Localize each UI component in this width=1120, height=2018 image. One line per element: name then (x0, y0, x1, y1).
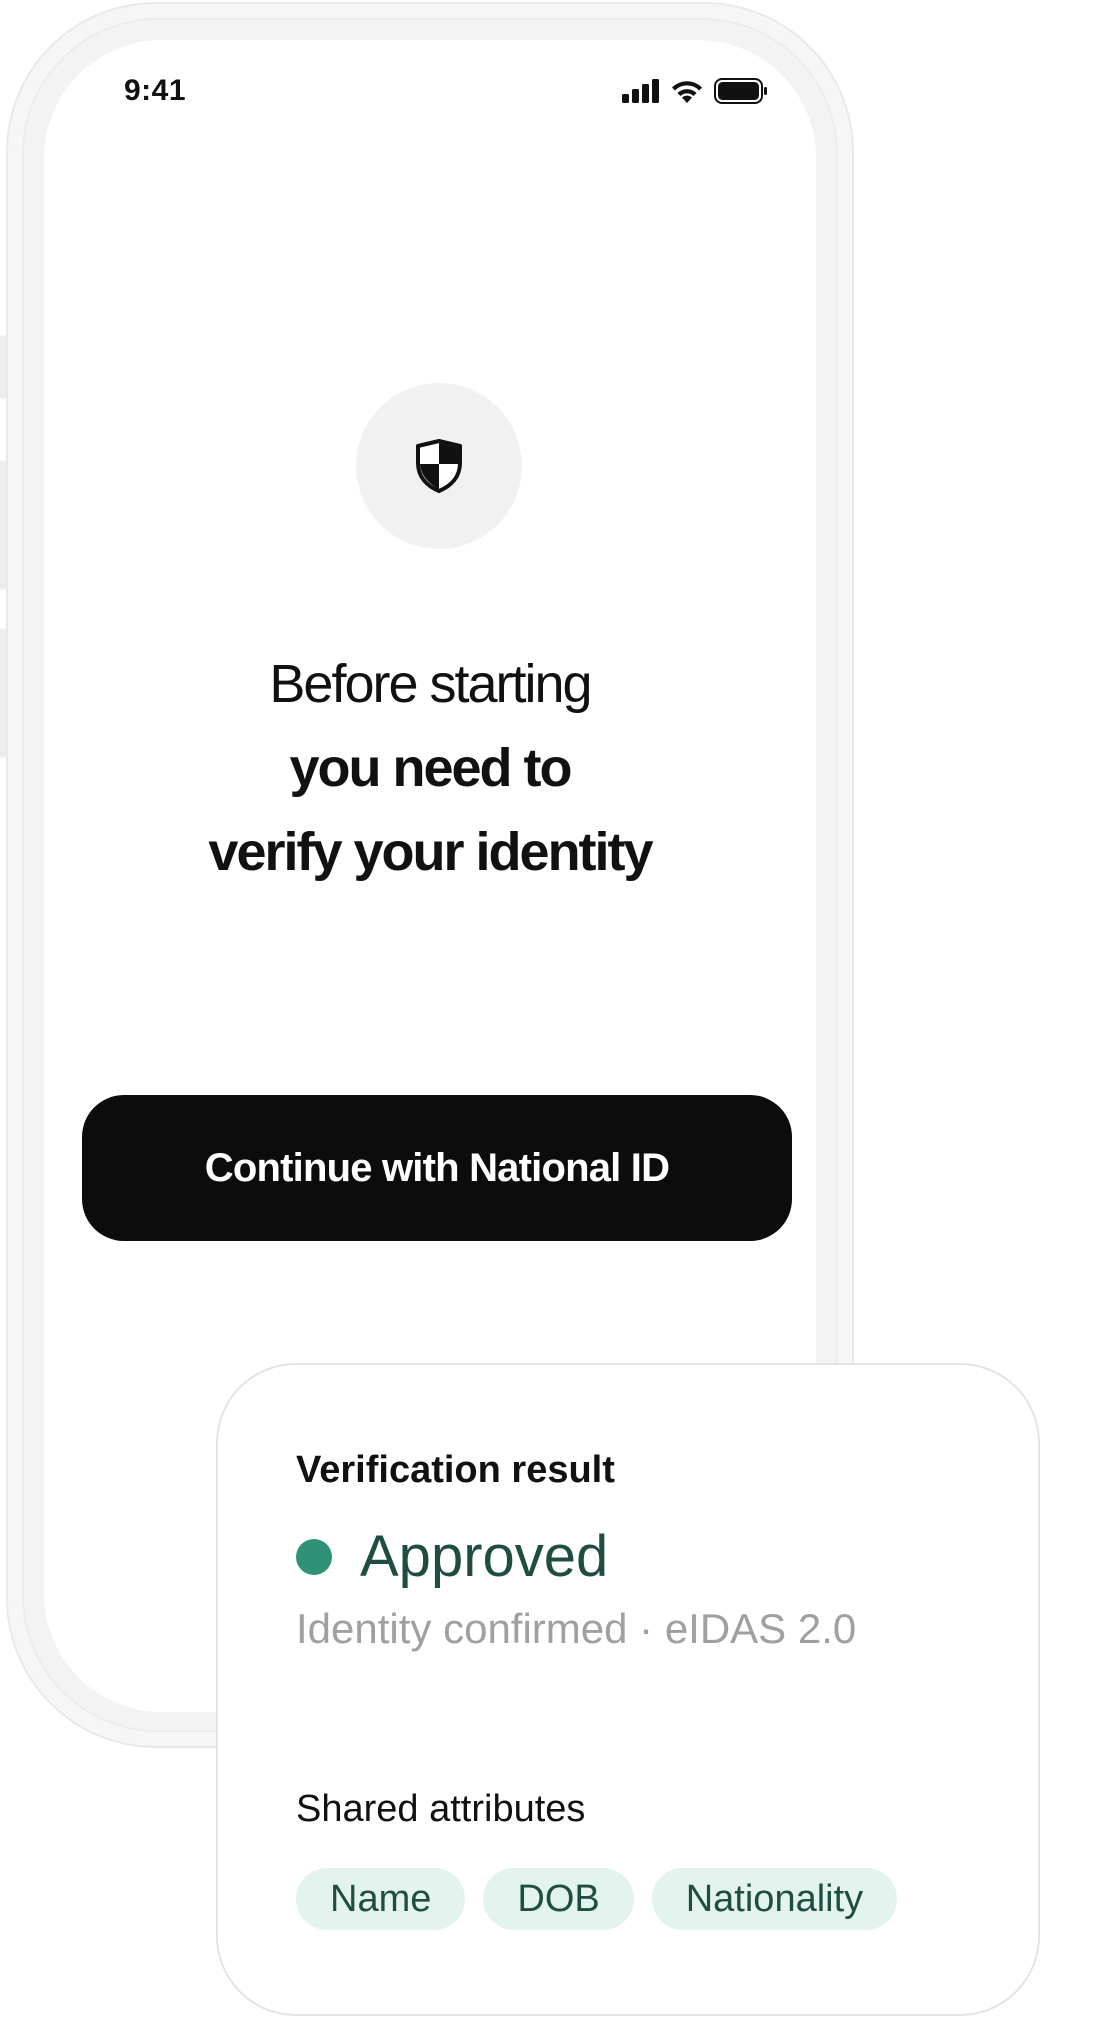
headline: Before starting you need to verify your … (44, 642, 816, 894)
continue-national-id-button[interactable]: Continue with National ID (82, 1095, 792, 1241)
status-icons (622, 78, 768, 104)
result-title: Verification result (296, 1449, 615, 1491)
shared-attributes-title: Shared attributes (296, 1788, 586, 1830)
status-subtitle: Identity confirmed · eIDAS 2.0 (296, 1605, 857, 1652)
battery-icon (714, 78, 767, 104)
attribute-chip-dob: DOB (483, 1868, 634, 1930)
wifi-icon (672, 81, 702, 103)
verification-result-card: Verification result Approved Identity co… (216, 1363, 1040, 2016)
status-text: Approved (360, 1524, 609, 1589)
attribute-chips: Name DOB Nationality (296, 1868, 898, 1930)
shield-icon (416, 439, 462, 493)
stage: 9:41 Before starting you need to verify … (0, 0, 1120, 2018)
headline-line-2: you need to (289, 738, 572, 798)
cellular-signal-icon (622, 79, 659, 103)
shield-badge (356, 383, 522, 549)
attribute-chip-nationality: Nationality (651, 1868, 898, 1930)
status-row: Approved (296, 1523, 608, 1590)
attribute-chip-name: Name (296, 1868, 466, 1930)
headline-line-1: Before starting (269, 654, 592, 714)
headline-line-3: verify your identity (208, 822, 653, 882)
status-time: 9:41 (124, 74, 187, 107)
status-dot-icon (296, 1538, 332, 1575)
